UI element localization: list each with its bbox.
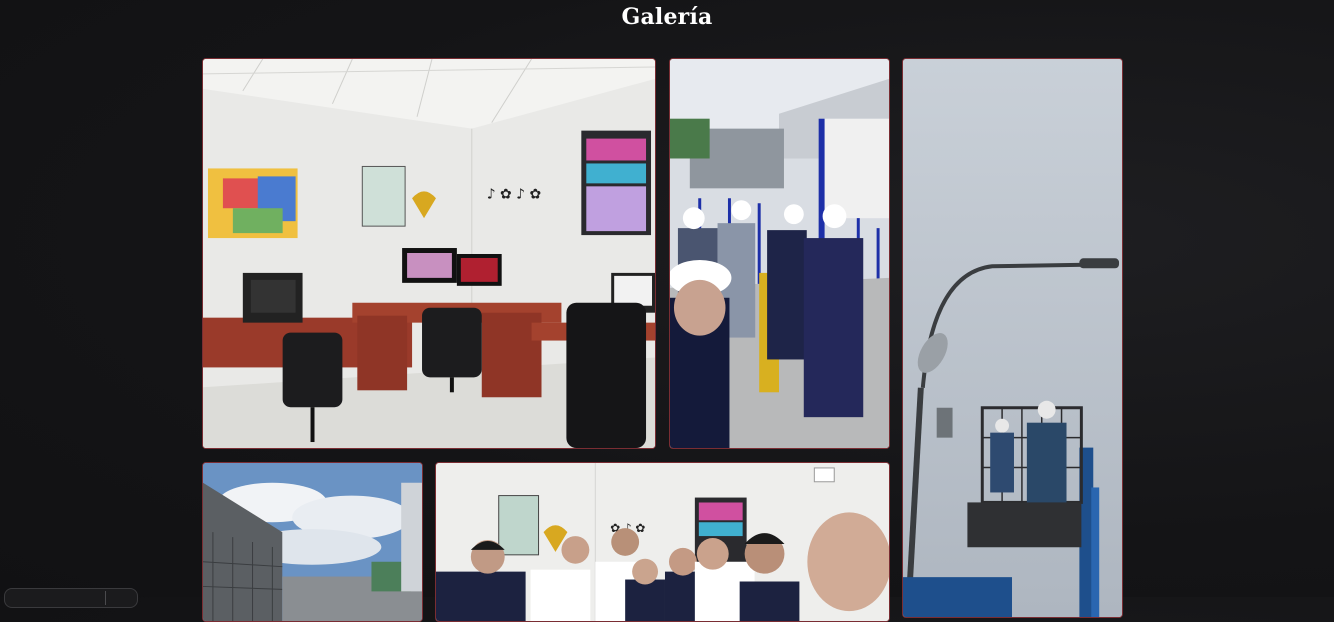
gallery-photo-team-office[interactable]: ✿ ♪ ✿ bbox=[435, 462, 890, 622]
page-title: Galería bbox=[621, 4, 713, 30]
gallery-photo-office[interactable]: ♪ ✿ ♪ ✿ bbox=[202, 58, 656, 449]
office-image: ♪ ✿ ♪ ✿ bbox=[203, 59, 655, 448]
svg-text:♪ ✿ ♪ ✿: ♪ ✿ ♪ ✿ bbox=[487, 186, 541, 202]
gallery-photo-team-helmets[interactable] bbox=[669, 58, 890, 449]
facility-image bbox=[203, 463, 422, 621]
toolbar-separator bbox=[105, 591, 106, 605]
lift-technicians-image bbox=[903, 59, 1122, 617]
team-office-image: ✿ ♪ ✿ bbox=[436, 463, 889, 621]
gallery-photo-facility[interactable] bbox=[202, 462, 423, 622]
team-helmets-image bbox=[670, 59, 889, 448]
bottom-left-toolbar[interactable] bbox=[4, 588, 138, 608]
gallery-photo-lift-technicians[interactable] bbox=[902, 58, 1123, 618]
